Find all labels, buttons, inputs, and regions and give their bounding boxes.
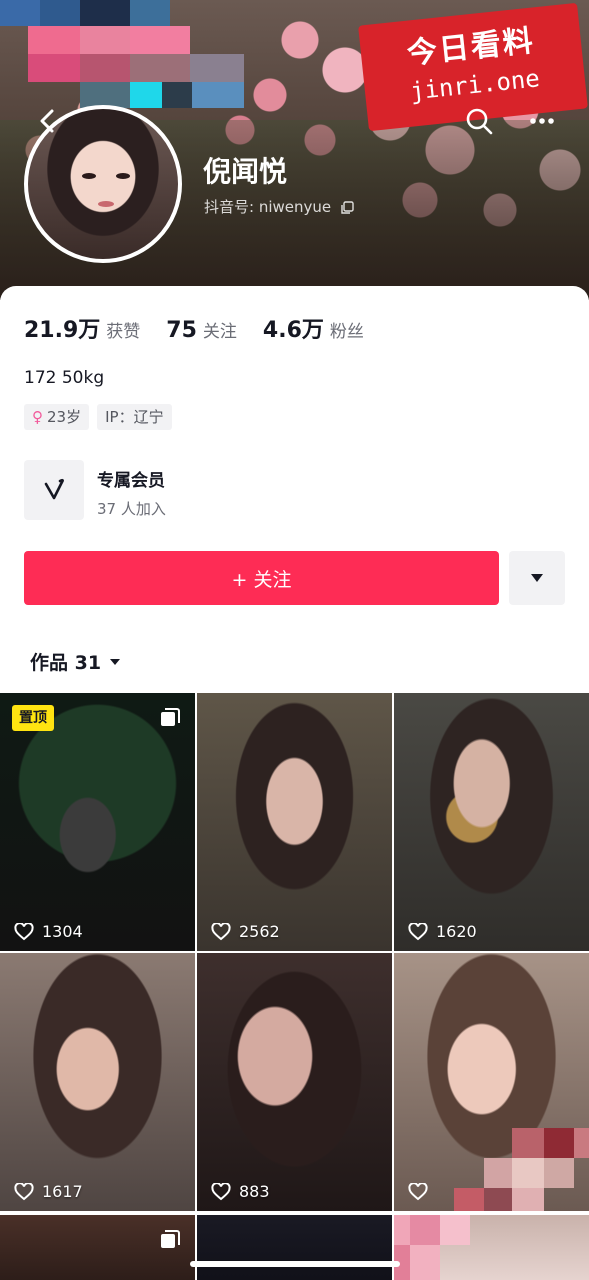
video-thumbnail[interactable]: 883 [197,953,392,1211]
heart-icon [14,922,34,940]
video-likes [408,1183,436,1201]
video-likes-count: 883 [239,1182,270,1201]
multi-image-icon [161,708,180,726]
ellipsis-icon [530,118,554,124]
membership-title: 专属会员 [97,471,165,491]
stat-following-value: 75 [166,318,197,343]
video-thumbnail[interactable] [0,1215,195,1280]
back-button[interactable] [30,103,66,139]
stat-following[interactable]: 75 关注 [166,317,237,343]
chevron-left-icon [40,109,54,133]
age-label: 23岁 [47,408,82,426]
more-options-button[interactable] [527,106,557,136]
heart-icon [211,922,231,940]
stat-followers[interactable]: 4.6万 粉丝 [263,312,364,344]
profile-tags: ♀ 23岁 IP：辽宁 [24,404,180,430]
membership-count: 37 人加入 [97,500,166,518]
heart-icon [408,922,428,940]
heart-icon [408,1183,428,1201]
search-button[interactable] [464,106,494,136]
stat-likes[interactable]: 21.9万 获赞 [24,312,140,344]
video-thumbnail[interactable]: 2562 [197,693,392,951]
video-likes: 1620 [408,922,477,941]
video-thumbnail[interactable] [197,1215,392,1280]
home-indicator[interactable] [190,1261,400,1267]
membership-logo [24,460,84,520]
video-likes-count: 1617 [42,1182,83,1201]
stat-followers-label: 粉丝 [329,322,364,342]
video-likes: 2562 [211,922,280,941]
female-icon: ♀ [32,408,43,426]
copy-icon[interactable] [340,200,354,215]
video-thumbnail[interactable]: 置顶 1304 [0,693,195,951]
video-likes-count: 2562 [239,922,280,941]
video-thumbnail[interactable]: 1620 [394,693,589,951]
ip-tag: IP：辽宁 [97,404,172,430]
ip-label: IP：辽宁 [105,408,164,426]
stat-following-label: 关注 [202,322,237,342]
video-thumbnail[interactable] [394,1215,589,1280]
tab-works-label: 作品 31 [30,652,102,674]
multi-image-icon [161,1230,180,1248]
follow-button[interactable]: + 关注 [24,551,499,605]
caret-down-icon [110,658,121,665]
video-likes-count: 1304 [42,922,83,941]
v-logo-icon [44,478,64,500]
video-likes-count: 1620 [436,922,477,941]
exclusive-membership[interactable]: 专属会员 37 人加入 [24,460,564,522]
douyin-id[interactable]: 抖音号: niwenyue [204,196,354,217]
search-icon [466,108,493,135]
age-tag: ♀ 23岁 [24,404,90,430]
stat-followers-value: 4.6万 [262,318,324,343]
nickname: 倪闻悦 [203,155,288,188]
bio-text: 172 50kg [24,368,105,388]
video-thumbnail[interactable]: 1617 [0,953,195,1211]
douyin-id-text: 抖音号: niwenyue [204,198,332,216]
stat-likes-value: 21.9万 [24,318,101,343]
video-thumbnail[interactable] [394,953,589,1211]
caret-down-icon [531,574,543,582]
heart-icon [211,1182,231,1200]
heart-icon [14,1182,34,1200]
pinned-badge: 置顶 [12,705,54,731]
video-likes: 1617 [14,1182,83,1201]
stat-likes-label: 获赞 [106,322,141,342]
stats-row: 21.9万 获赞 75 关注 4.6万 粉丝 [24,312,390,344]
video-likes: 883 [211,1182,270,1201]
tab-works[interactable]: 作品 31 [30,648,121,675]
recommend-dropdown-button[interactable] [509,551,565,605]
video-likes: 1304 [14,922,83,941]
